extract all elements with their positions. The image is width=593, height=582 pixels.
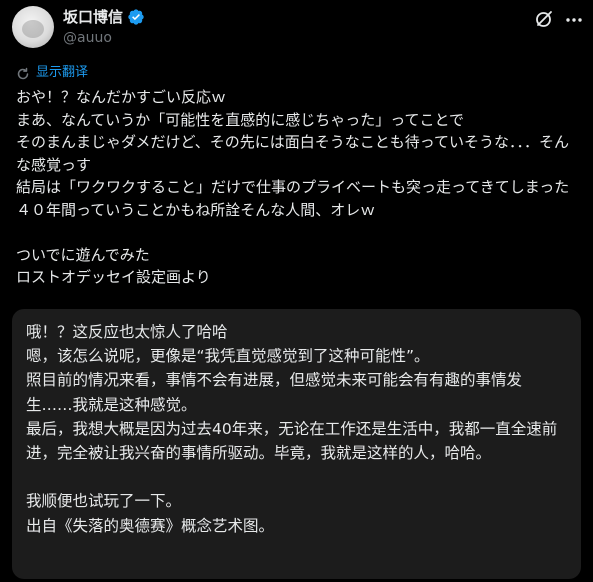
avatar[interactable] bbox=[12, 6, 54, 48]
verified-badge-icon bbox=[127, 8, 145, 26]
translate-icon bbox=[16, 66, 30, 80]
show-translation-link[interactable]: 显示翻译 bbox=[36, 64, 88, 82]
post-text: おや！？なんだかすごい反応ｗ まあ、なんていうか「可能性を直感的に感じちゃった」… bbox=[16, 88, 570, 286]
author-name-row: 坂口博信 bbox=[63, 7, 145, 27]
author-handle[interactable]: @auuo bbox=[63, 29, 112, 47]
translate-row[interactable]: 显示翻译 bbox=[16, 64, 88, 82]
translated-text: 哦！？这反应也太惊人了哈哈 嗯，该怎么说呢，更像是“我凭直觉感觉到了这种可能性”… bbox=[26, 323, 558, 535]
display-name[interactable]: 坂口博信 bbox=[63, 7, 123, 27]
translation-card: 哦！？这反应也太惊人了哈哈 嗯，该怎么说呢，更像是“我凭直觉感觉到了这种可能性”… bbox=[12, 309, 581, 579]
post-header: 坂口博信 @auuo bbox=[0, 0, 593, 56]
grok-icon[interactable] bbox=[534, 9, 554, 29]
more-icon[interactable] bbox=[564, 10, 584, 30]
